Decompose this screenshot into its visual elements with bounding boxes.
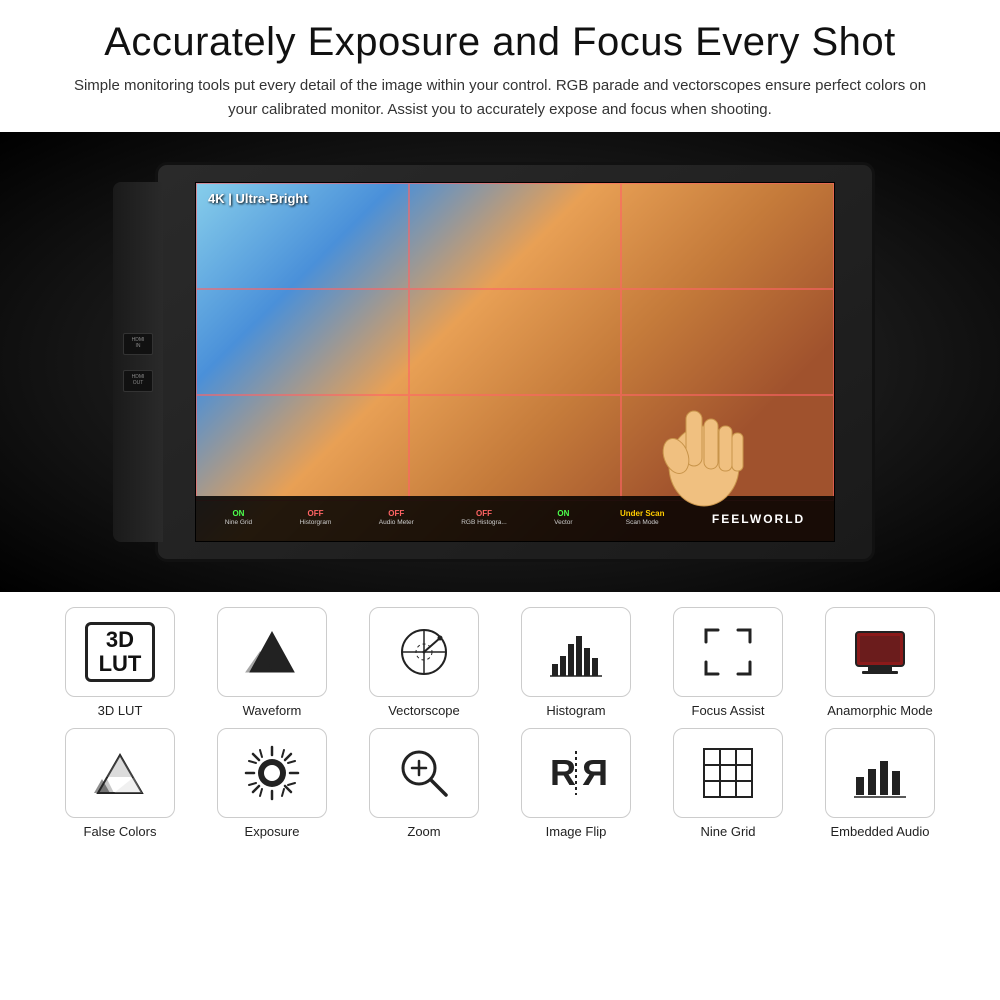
histogram-label: Histogram <box>546 703 605 718</box>
3d-lut-icon-box: 3DLUT <box>65 607 175 697</box>
waveform-icon <box>240 620 304 684</box>
feature-false-colors: False Colors <box>50 728 190 839</box>
embedded-audio-icon-box <box>825 728 935 818</box>
image-flip-icon-box: R R <box>521 728 631 818</box>
btn-audio-meter: OFF Audio Meter <box>379 509 414 528</box>
embedded-audio-label: Embedded Audio <box>830 824 929 839</box>
embedded-audio-icon <box>848 741 912 805</box>
vectorscope-icon <box>392 620 456 684</box>
features-row-1: 3DLUT 3D LUT Waveform <box>20 607 980 718</box>
feature-exposure: Exposure <box>202 728 342 839</box>
nine-grid-icon-box <box>673 728 783 818</box>
feature-zoom: Zoom <box>354 728 494 839</box>
features-row-2: False Colors <box>20 728 980 839</box>
image-flip-label: Image Flip <box>546 824 607 839</box>
lut-box: 3DLUT <box>85 622 155 682</box>
zoom-icon <box>392 741 456 805</box>
nine-grid-label: Nine Grid <box>701 824 756 839</box>
false-colors-label: False Colors <box>84 824 157 839</box>
grid-cell <box>409 183 622 289</box>
svg-text:R: R <box>582 752 608 793</box>
false-colors-icon-box <box>65 728 175 818</box>
screen-brand: FEELWORLD <box>712 512 805 526</box>
focus-assist-icon-box <box>673 607 783 697</box>
vectorscope-label: Vectorscope <box>388 703 460 718</box>
port-hdmi-out: HDMIOUT <box>123 370 153 392</box>
grid-cell <box>196 395 409 501</box>
feature-nine-grid: Nine Grid <box>658 728 798 839</box>
hand-overlay <box>614 371 774 511</box>
histogram-icon-box <box>521 607 631 697</box>
3d-lut-label: 3D LUT <box>98 703 143 718</box>
feature-focus-assist: Focus Assist <box>658 607 798 718</box>
grid-cell <box>196 289 409 395</box>
subtitle: Simple monitoring tools put every detail… <box>70 74 930 122</box>
feature-anamorphic: Anamorphic Mode <box>810 607 950 718</box>
histogram-icon <box>544 620 608 684</box>
grid-cell <box>621 183 834 289</box>
exposure-icon-box <box>217 728 327 818</box>
grid-cell <box>409 395 622 501</box>
monitor-body: HDMIIN HDMIOUT 4K | Ultra-Bright <box>155 162 875 562</box>
grid-cell <box>409 289 622 395</box>
exposure-label: Exposure <box>245 824 300 839</box>
port-hdmi-in: HDMIIN <box>123 333 153 355</box>
monitor-container: HDMIIN HDMIOUT 4K | Ultra-Bright <box>110 152 890 572</box>
feature-3d-lut: 3DLUT 3D LUT <box>50 607 190 718</box>
feature-waveform: Waveform <box>202 607 342 718</box>
features-section: 3DLUT 3D LUT Waveform <box>0 592 1000 1000</box>
feature-vectorscope: Vectorscope <box>354 607 494 718</box>
monitor-screen: 4K | Ultra-Bright <box>195 182 835 542</box>
monitor-side: HDMIIN HDMIOUT <box>113 182 163 542</box>
focus-assist-label: Focus Assist <box>692 703 765 718</box>
monitor-section: HDMIIN HDMIOUT 4K | Ultra-Bright <box>0 132 1000 592</box>
btn-scan-mode: Under Scan Scan Mode <box>620 509 664 528</box>
btn-rgb-histogram: OFF RGB Histogra... <box>461 509 507 528</box>
feature-image-flip: R R Image Flip <box>506 728 646 839</box>
false-colors-icon <box>88 741 152 805</box>
zoom-icon-box <box>369 728 479 818</box>
btn-vector: ON Vector <box>554 509 572 528</box>
waveform-icon-box <box>217 607 327 697</box>
anamorphic-label: Anamorphic Mode <box>827 703 933 718</box>
image-flip-icon: R R <box>544 741 608 805</box>
zoom-label: Zoom <box>407 824 440 839</box>
nine-grid-icon <box>696 741 760 805</box>
main-title: Accurately Exposure and Focus Every Shot <box>40 18 960 66</box>
anamorphic-icon <box>848 620 912 684</box>
header-section: Accurately Exposure and Focus Every Shot… <box>0 0 1000 132</box>
feature-embedded-audio: Embedded Audio <box>810 728 950 839</box>
svg-text:R: R <box>550 752 576 793</box>
exposure-icon <box>240 741 304 805</box>
btn-nine-grid: ON Nine Grid <box>225 509 252 528</box>
feature-histogram: Histogram <box>506 607 646 718</box>
page-wrapper: Accurately Exposure and Focus Every Shot… <box>0 0 1000 1000</box>
anamorphic-icon-box <box>825 607 935 697</box>
hand-icon <box>634 381 774 511</box>
btn-histogram: OFF Historgram <box>300 509 332 528</box>
grid-cell <box>196 183 409 289</box>
waveform-label: Waveform <box>243 703 302 718</box>
focus-assist-icon <box>696 620 760 684</box>
vectorscope-icon-box <box>369 607 479 697</box>
